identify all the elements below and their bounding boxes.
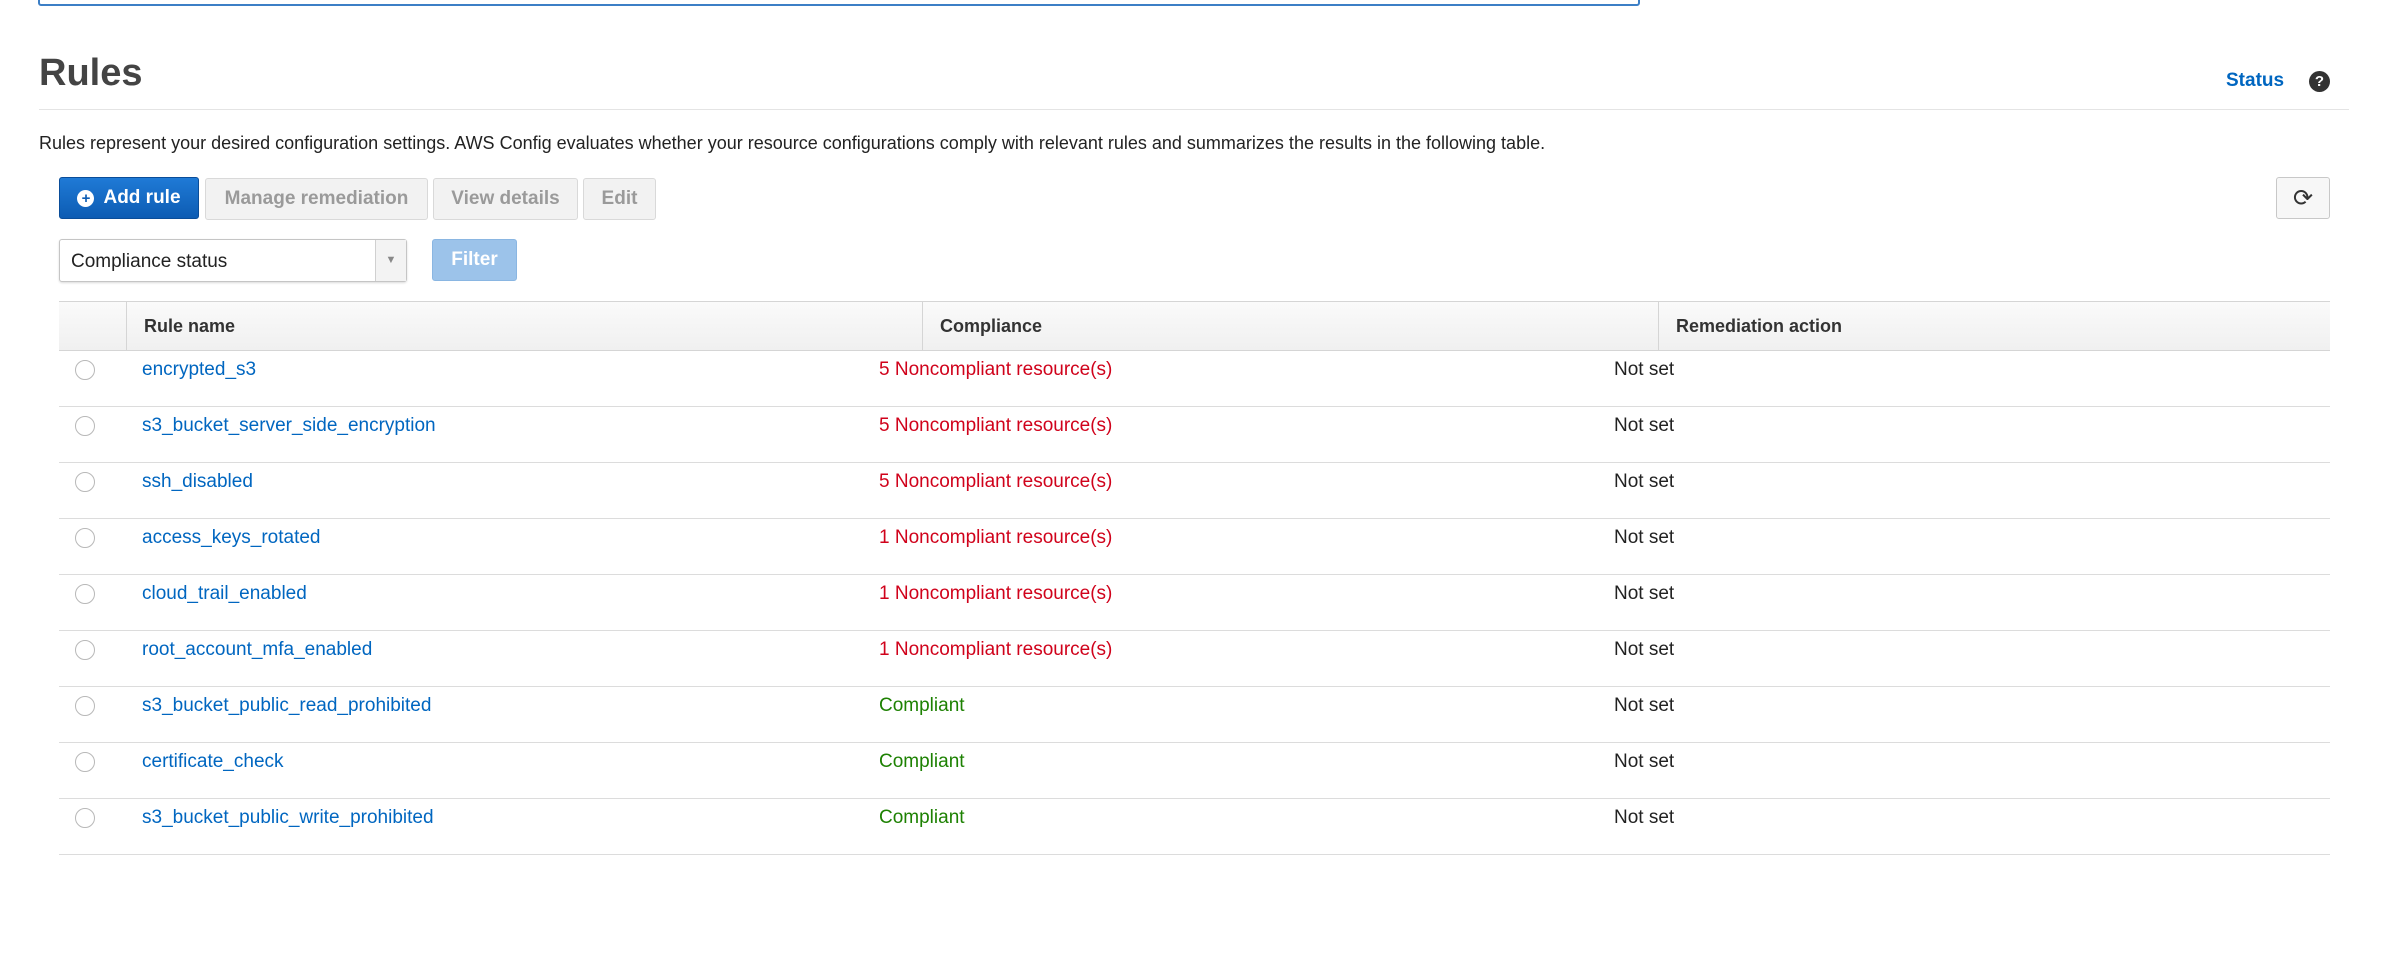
compliance-status: Compliant xyxy=(879,751,965,772)
compliance-status[interactable]: 5 Noncompliant resource(s) xyxy=(879,471,1112,493)
compliance-status[interactable]: 1 Noncompliant resource(s) xyxy=(879,583,1112,605)
row-radio[interactable] xyxy=(75,584,95,604)
table-row[interactable]: cloud_trail_enabled 1 Noncompliant resou… xyxy=(59,575,2330,631)
remediation-header[interactable]: Remediation action xyxy=(1659,302,2330,350)
rule-name-link[interactable]: access_keys_rotated xyxy=(142,527,321,549)
title-divider xyxy=(39,109,2349,110)
table-row[interactable]: s3_bucket_public_write_prohibited Compli… xyxy=(59,799,2330,855)
compliance-status[interactable]: 1 Noncompliant resource(s) xyxy=(879,527,1112,549)
table-header: Rule name Compliance Remediation action xyxy=(59,301,2330,351)
compliance-status[interactable]: 5 Noncompliant resource(s) xyxy=(879,415,1112,437)
row-radio[interactable] xyxy=(75,808,95,828)
compliance-header[interactable]: Compliance xyxy=(923,302,1659,350)
rules-table: Rule name Compliance Remediation action … xyxy=(59,301,2330,855)
help-icon[interactable]: ? xyxy=(2309,71,2330,92)
rule-name-header[interactable]: Rule name xyxy=(127,302,923,350)
rule-name-link[interactable]: s3_bucket_public_write_prohibited xyxy=(142,807,434,829)
compliance-status[interactable]: 5 Noncompliant resource(s) xyxy=(879,359,1112,381)
edit-button[interactable]: Edit xyxy=(583,178,656,220)
compliance-status-select[interactable]: Compliance status ▼ xyxy=(59,239,407,282)
rule-name-link[interactable]: encrypted_s3 xyxy=(142,359,256,381)
row-radio[interactable] xyxy=(75,416,95,436)
status-link[interactable]: Status xyxy=(2226,70,2284,92)
row-radio[interactable] xyxy=(75,360,95,380)
rule-name-link[interactable]: certificate_check xyxy=(142,751,284,773)
table-row[interactable]: access_keys_rotated 1 Noncompliant resou… xyxy=(59,519,2330,575)
remediation-action: Not set xyxy=(1614,695,1675,716)
row-radio[interactable] xyxy=(75,528,95,548)
rule-name-link[interactable]: root_account_mfa_enabled xyxy=(142,639,372,661)
row-radio[interactable] xyxy=(75,696,95,716)
remediation-action: Not set xyxy=(1614,471,1675,492)
rule-name-link[interactable]: cloud_trail_enabled xyxy=(142,583,307,605)
remediation-action: Not set xyxy=(1614,751,1675,772)
select-column-header xyxy=(59,302,127,350)
compliance-status[interactable]: 1 Noncompliant resource(s) xyxy=(879,639,1112,661)
page-description: Rules represent your desired configurati… xyxy=(39,133,1546,153)
search-box-edge xyxy=(38,0,1640,6)
refresh-icon: ⟳ xyxy=(2292,184,2314,212)
remediation-action: Not set xyxy=(1614,583,1675,604)
add-rule-label: Add rule xyxy=(103,187,181,208)
table-row[interactable]: s3_bucket_server_side_encryption 5 Nonco… xyxy=(59,407,2330,463)
table-row[interactable]: certificate_check Compliant Not set xyxy=(59,743,2330,799)
rule-name-link[interactable]: s3_bucket_server_side_encryption xyxy=(142,415,436,437)
table-row[interactable]: encrypted_s3 5 Noncompliant resource(s) … xyxy=(59,351,2330,407)
table-row[interactable]: s3_bucket_public_read_prohibited Complia… xyxy=(59,687,2330,743)
remediation-action: Not set xyxy=(1614,807,1675,828)
plus-circle-icon: + xyxy=(77,189,95,207)
row-radio[interactable] xyxy=(75,752,95,772)
rule-name-link[interactable]: s3_bucket_public_read_prohibited xyxy=(142,695,431,717)
compliance-status: Compliant xyxy=(879,695,965,716)
row-radio[interactable] xyxy=(75,472,95,492)
remediation-action: Not set xyxy=(1614,639,1675,660)
compliance-status: Compliant xyxy=(879,807,965,828)
view-details-button[interactable]: View details xyxy=(433,178,578,220)
remediation-action: Not set xyxy=(1614,415,1675,436)
chevron-down-icon: ▼ xyxy=(375,240,406,281)
table-row[interactable]: root_account_mfa_enabled 1 Noncompliant … xyxy=(59,631,2330,687)
filter-button[interactable]: Filter xyxy=(432,239,517,281)
compliance-status-value: Compliance status xyxy=(71,251,228,272)
remediation-action: Not set xyxy=(1614,527,1675,548)
table-row[interactable]: ssh_disabled 5 Noncompliant resource(s) … xyxy=(59,463,2330,519)
remediation-action: Not set xyxy=(1614,359,1675,380)
refresh-button[interactable]: ⟳ xyxy=(2276,177,2330,219)
rule-name-link[interactable]: ssh_disabled xyxy=(142,471,253,493)
page-title: Rules xyxy=(39,52,143,94)
add-rule-button[interactable]: + Add rule xyxy=(59,177,199,219)
row-radio[interactable] xyxy=(75,640,95,660)
manage-remediation-button[interactable]: Manage remediation xyxy=(205,178,428,220)
